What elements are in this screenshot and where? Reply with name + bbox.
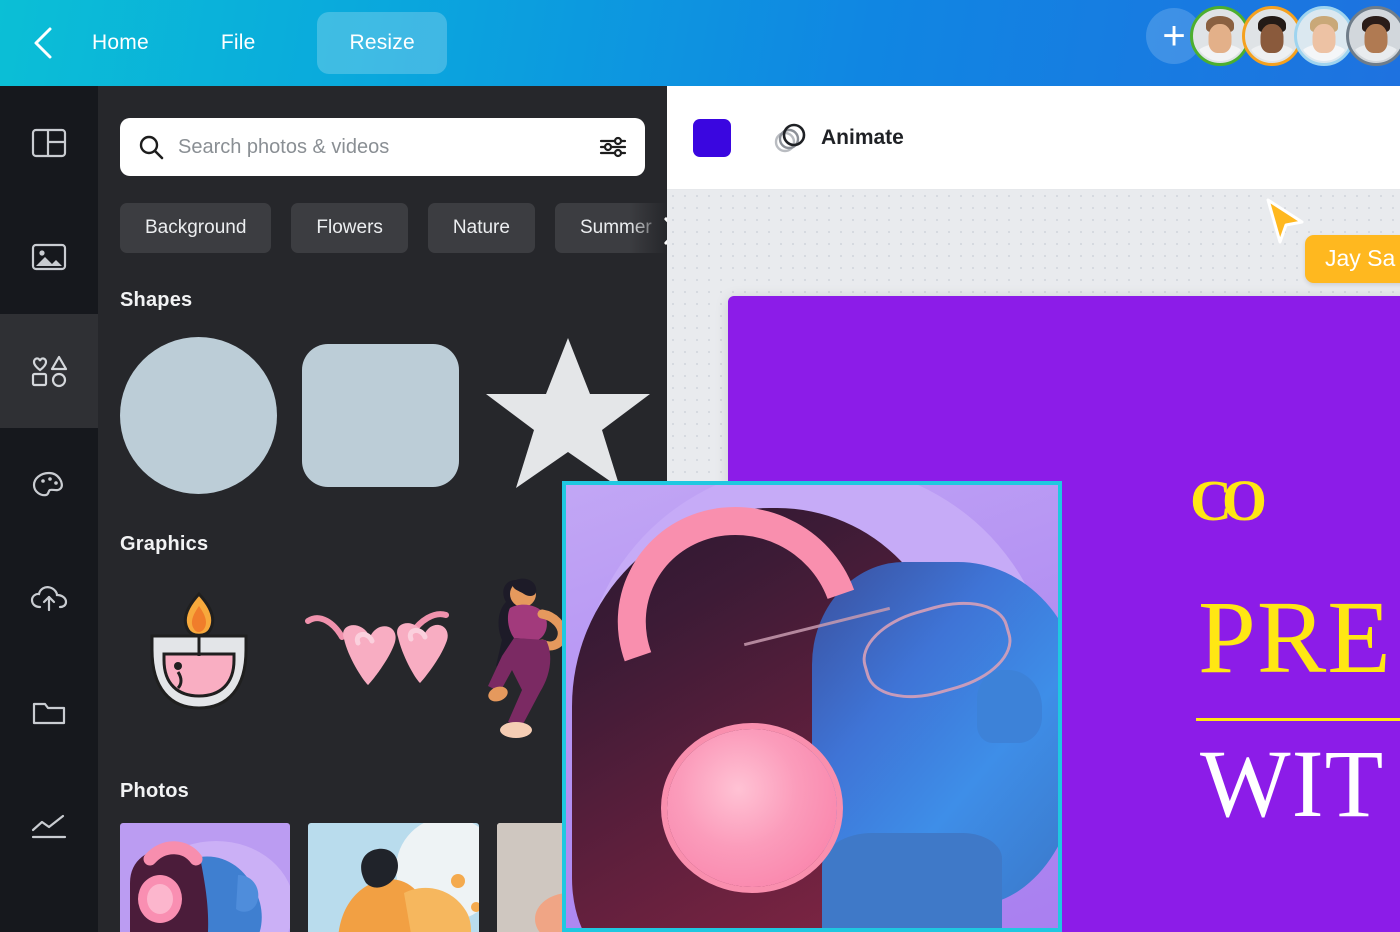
design-headline-secondary[interactable]: WIT <box>1200 736 1384 832</box>
chip-background[interactable]: Background <box>120 203 272 253</box>
sidebar-item-projects[interactable] <box>0 656 98 770</box>
collaborator-cursor: Jay Sa <box>1262 196 1400 283</box>
sidebar-item-charts[interactable] <box>0 770 98 884</box>
design-headline-rule <box>1196 718 1400 721</box>
color-swatch-button[interactable] <box>693 118 731 157</box>
heart-sunglasses-icon <box>305 610 449 685</box>
canvas-toolbar: Animate <box>667 86 1400 190</box>
avatar-face <box>1195 11 1245 61</box>
graphic-heart-sunglasses[interactable] <box>298 599 456 720</box>
search-bar[interactable] <box>120 118 645 176</box>
sidebar-item-styles[interactable] <box>0 428 98 542</box>
left-icon-rail <box>0 86 98 932</box>
chip-summer[interactable]: Summer <box>554 203 667 253</box>
avatar[interactable] <box>1242 6 1302 66</box>
collaborator-cursor-label: Jay Sa <box>1305 235 1400 283</box>
shapes-icon <box>31 355 68 388</box>
avatar-face <box>1351 11 1400 61</box>
shape-circle[interactable] <box>120 337 277 494</box>
sidebar-item-templates[interactable] <box>0 86 98 200</box>
shape-star[interactable] <box>484 334 652 497</box>
photo-headphones-woman[interactable] <box>120 823 291 932</box>
chip-flowers[interactable]: Flowers <box>291 203 408 253</box>
avatar-face <box>1247 11 1297 61</box>
cursor-arrow-icon <box>1266 198 1304 244</box>
chevron-left-icon <box>34 27 52 59</box>
collaborator-avatars: + <box>1146 6 1400 66</box>
animate-button[interactable]: Animate <box>773 122 904 154</box>
search-icon <box>139 135 164 160</box>
avatar-face <box>1299 11 1349 61</box>
candle-bowl-icon <box>150 591 248 710</box>
design-headline-primary[interactable]: PRE <box>1198 586 1392 690</box>
thumb-headphones <box>120 823 291 932</box>
animate-label: Animate <box>821 125 904 149</box>
sidebar-item-elements[interactable] <box>0 314 98 428</box>
animate-circles-icon <box>774 123 806 152</box>
search-input[interactable] <box>178 135 599 159</box>
sliders-icon[interactable] <box>599 135 627 159</box>
thumb-orange-powder <box>308 823 479 932</box>
chip-nature[interactable]: Nature <box>427 203 535 253</box>
graphic-candle-bowl[interactable] <box>120 591 278 727</box>
dragged-photo-headphone-cup <box>667 729 837 887</box>
folder-icon <box>32 702 66 725</box>
design-logo[interactable]: CO <box>1190 472 1267 530</box>
sidebar-item-photos[interactable] <box>0 200 98 314</box>
line-chart-icon <box>31 814 67 839</box>
nav-file[interactable]: File <box>211 12 266 74</box>
photo-orange-powder[interactable] <box>308 823 479 932</box>
dragged-photo-nose <box>977 670 1042 743</box>
shapes-grid <box>120 334 667 497</box>
layout-icon <box>31 128 67 158</box>
nav-home[interactable]: Home <box>82 12 159 74</box>
sidebar-item-uploads[interactable] <box>0 542 98 656</box>
image-icon <box>31 243 67 271</box>
nav-resize[interactable]: Resize <box>317 12 447 74</box>
category-chips: Background Flowers Nature Summer <box>120 199 667 263</box>
avatar[interactable] <box>1190 6 1250 66</box>
star-icon <box>486 338 650 488</box>
canva-editor-window: Home File Resize + Search photos & video… <box>0 0 1400 932</box>
top-bar: Home File Resize + <box>0 0 1400 86</box>
dragged-photo-headphones-woman[interactable] <box>562 481 1062 932</box>
dragged-photo-neck <box>822 832 1002 932</box>
avatar[interactable] <box>1294 6 1354 66</box>
back-button[interactable] <box>26 22 60 64</box>
section-title-shapes: Shapes <box>120 289 193 311</box>
palette-icon <box>32 471 63 497</box>
cloud-upload-icon <box>30 586 68 612</box>
avatar[interactable] <box>1346 6 1400 66</box>
shape-rounded-square[interactable] <box>302 344 459 487</box>
